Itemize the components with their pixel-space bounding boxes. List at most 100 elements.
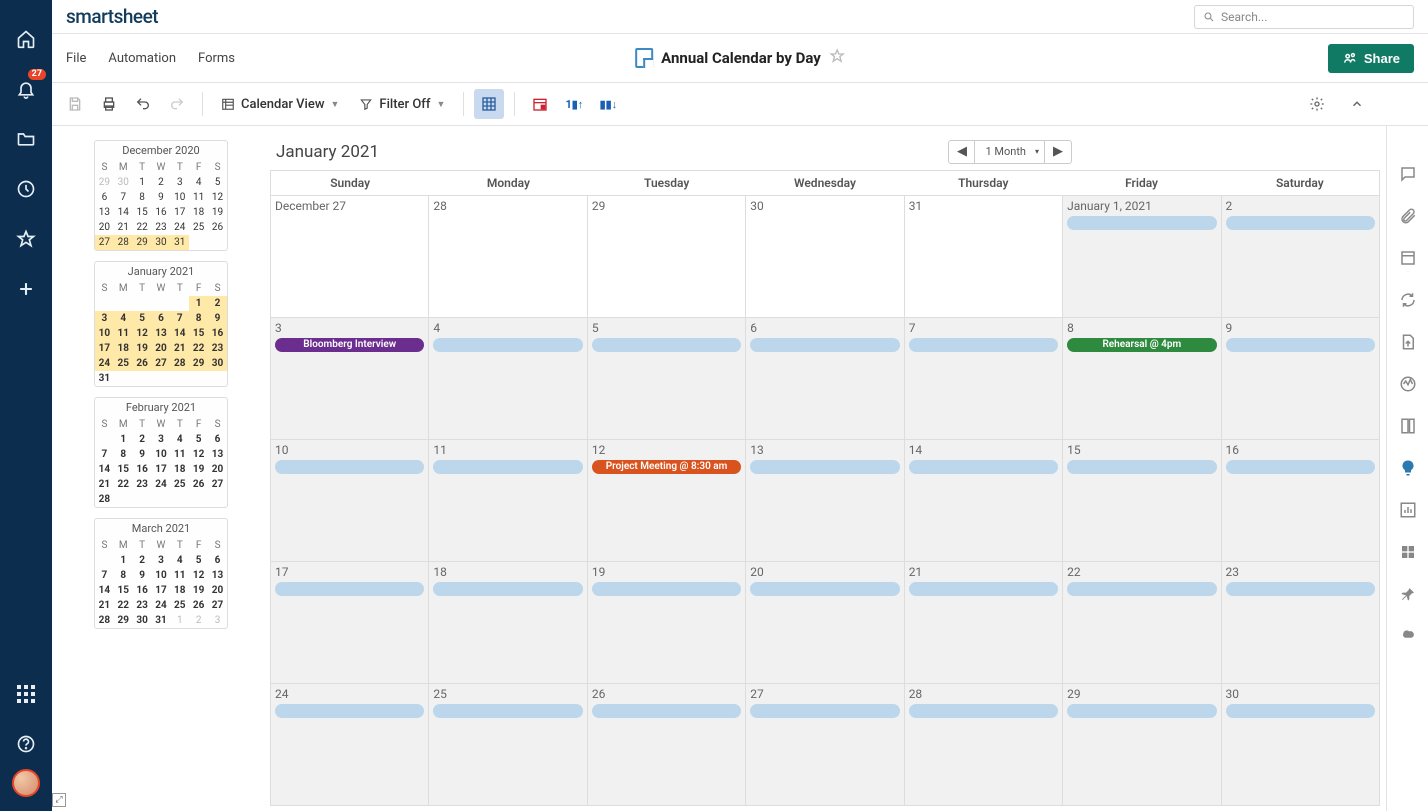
- day-cell[interactable]: 9: [1222, 317, 1379, 439]
- update-requests-icon[interactable]: [1398, 290, 1418, 310]
- range-selector[interactable]: 1 Month: [975, 141, 1045, 163]
- mini-day[interactable]: 26: [133, 356, 152, 371]
- mini-day[interactable]: 29: [95, 175, 114, 190]
- day-cell[interactable]: 24: [271, 683, 429, 805]
- calendar-event[interactable]: [909, 704, 1058, 718]
- mini-day[interactable]: 31: [152, 613, 171, 628]
- mini-day[interactable]: 27: [95, 235, 114, 250]
- notifications-icon[interactable]: 27: [12, 75, 40, 103]
- day-cell[interactable]: 29: [1063, 683, 1221, 805]
- day-cell[interactable]: 14: [905, 439, 1063, 561]
- mini-day[interactable]: 3: [208, 613, 227, 628]
- next-range-button[interactable]: ▶: [1045, 141, 1071, 163]
- mini-day[interactable]: 13: [208, 568, 227, 583]
- mini-day[interactable]: 12: [208, 190, 227, 205]
- calendar-event[interactable]: [433, 460, 582, 474]
- chart-icon[interactable]: [1398, 500, 1418, 520]
- mini-day[interactable]: 12: [189, 568, 208, 583]
- mini-day[interactable]: 29: [133, 235, 152, 250]
- home-icon[interactable]: [12, 25, 40, 53]
- calendar-event[interactable]: [433, 582, 582, 596]
- mini-day[interactable]: 7: [95, 568, 114, 583]
- day-cell[interactable]: 13: [746, 439, 904, 561]
- apps-icon[interactable]: [12, 680, 40, 708]
- mini-day[interactable]: 1: [170, 613, 189, 628]
- comments-icon[interactable]: [1398, 164, 1418, 184]
- calendar-event[interactable]: [909, 460, 1058, 474]
- mini-day[interactable]: 20: [152, 341, 171, 356]
- calendar-event[interactable]: [433, 338, 582, 352]
- mini-day[interactable]: 5: [133, 311, 152, 326]
- mini-day[interactable]: 7: [170, 311, 189, 326]
- mini-day[interactable]: 10: [152, 568, 171, 583]
- mini-day[interactable]: 5: [189, 432, 208, 447]
- mini-day[interactable]: 2: [152, 175, 171, 190]
- mini-day[interactable]: 9: [133, 568, 152, 583]
- mini-day[interactable]: 8: [114, 447, 133, 462]
- mini-day[interactable]: 29: [189, 356, 208, 371]
- mini-day[interactable]: 17: [152, 462, 171, 477]
- mini-day[interactable]: 10: [95, 326, 114, 341]
- day-cell[interactable]: 30: [746, 195, 904, 317]
- day-cell[interactable]: 8Rehearsal @ 4pm: [1063, 317, 1221, 439]
- mini-calendar[interactable]: February 2021SMTWTFS12345678910111213141…: [94, 397, 228, 508]
- mini-day[interactable]: [95, 553, 114, 568]
- mini-day[interactable]: 13: [152, 326, 171, 341]
- mini-day[interactable]: 8: [189, 311, 208, 326]
- mini-day[interactable]: 6: [95, 190, 114, 205]
- mini-day[interactable]: 10: [152, 447, 171, 462]
- mini-day[interactable]: 19: [208, 205, 227, 220]
- mini-day[interactable]: 5: [208, 175, 227, 190]
- day-cell[interactable]: 4: [429, 317, 587, 439]
- mini-day[interactable]: [133, 371, 152, 386]
- publish-icon[interactable]: [1398, 332, 1418, 352]
- sort-desc-icon[interactable]: ▮▮↓: [593, 89, 623, 119]
- redo-icon[interactable]: [162, 89, 192, 119]
- mini-day[interactable]: 19: [189, 462, 208, 477]
- mini-day[interactable]: 2: [189, 613, 208, 628]
- mini-day[interactable]: 15: [133, 205, 152, 220]
- mini-day[interactable]: [208, 235, 227, 250]
- mini-day[interactable]: 9: [208, 311, 227, 326]
- mini-day[interactable]: 21: [114, 220, 133, 235]
- mini-day[interactable]: 22: [114, 598, 133, 613]
- mini-day[interactable]: 26: [189, 477, 208, 492]
- day-cell[interactable]: December 27: [271, 195, 429, 317]
- mini-day[interactable]: 26: [189, 598, 208, 613]
- mini-calendar[interactable]: March 2021SMTWTFS12345678910111213141516…: [94, 518, 228, 629]
- mini-day[interactable]: 4: [189, 175, 208, 190]
- mini-day[interactable]: [208, 492, 227, 507]
- mini-day[interactable]: 13: [95, 205, 114, 220]
- calendar-event[interactable]: [1067, 460, 1216, 474]
- mini-day[interactable]: 18: [189, 205, 208, 220]
- attachments-icon[interactable]: [1398, 206, 1418, 226]
- mini-day[interactable]: 17: [152, 583, 171, 598]
- mini-day[interactable]: 18: [114, 341, 133, 356]
- mini-day[interactable]: 16: [208, 326, 227, 341]
- share-button[interactable]: Share: [1328, 44, 1414, 73]
- mini-day[interactable]: 24: [152, 598, 171, 613]
- calendar-event[interactable]: [750, 704, 899, 718]
- mini-day[interactable]: 2: [133, 553, 152, 568]
- mini-day[interactable]: 27: [152, 356, 171, 371]
- calendar-event[interactable]: [1067, 704, 1216, 718]
- calendar-event[interactable]: [1226, 338, 1375, 352]
- mini-day[interactable]: [133, 492, 152, 507]
- mini-day[interactable]: 28: [95, 492, 114, 507]
- day-cell[interactable]: 27: [746, 683, 904, 805]
- calendar-event[interactable]: [1226, 216, 1375, 230]
- undo-icon[interactable]: [128, 89, 158, 119]
- day-cell[interactable]: 22: [1063, 561, 1221, 683]
- mini-day[interactable]: 21: [95, 477, 114, 492]
- calendar-event[interactable]: [750, 460, 899, 474]
- activity-icon[interactable]: [1398, 374, 1418, 394]
- mini-day[interactable]: 31: [95, 371, 114, 386]
- mini-day[interactable]: 25: [170, 477, 189, 492]
- save-icon[interactable]: [60, 89, 90, 119]
- day-cell[interactable]: 28: [429, 195, 587, 317]
- sort-asc-icon[interactable]: 1▮↑: [559, 89, 589, 119]
- calendar-event[interactable]: [275, 704, 424, 718]
- day-cell[interactable]: 2: [1222, 195, 1379, 317]
- mini-day[interactable]: 10: [170, 190, 189, 205]
- menu-automation[interactable]: Automation: [108, 51, 176, 66]
